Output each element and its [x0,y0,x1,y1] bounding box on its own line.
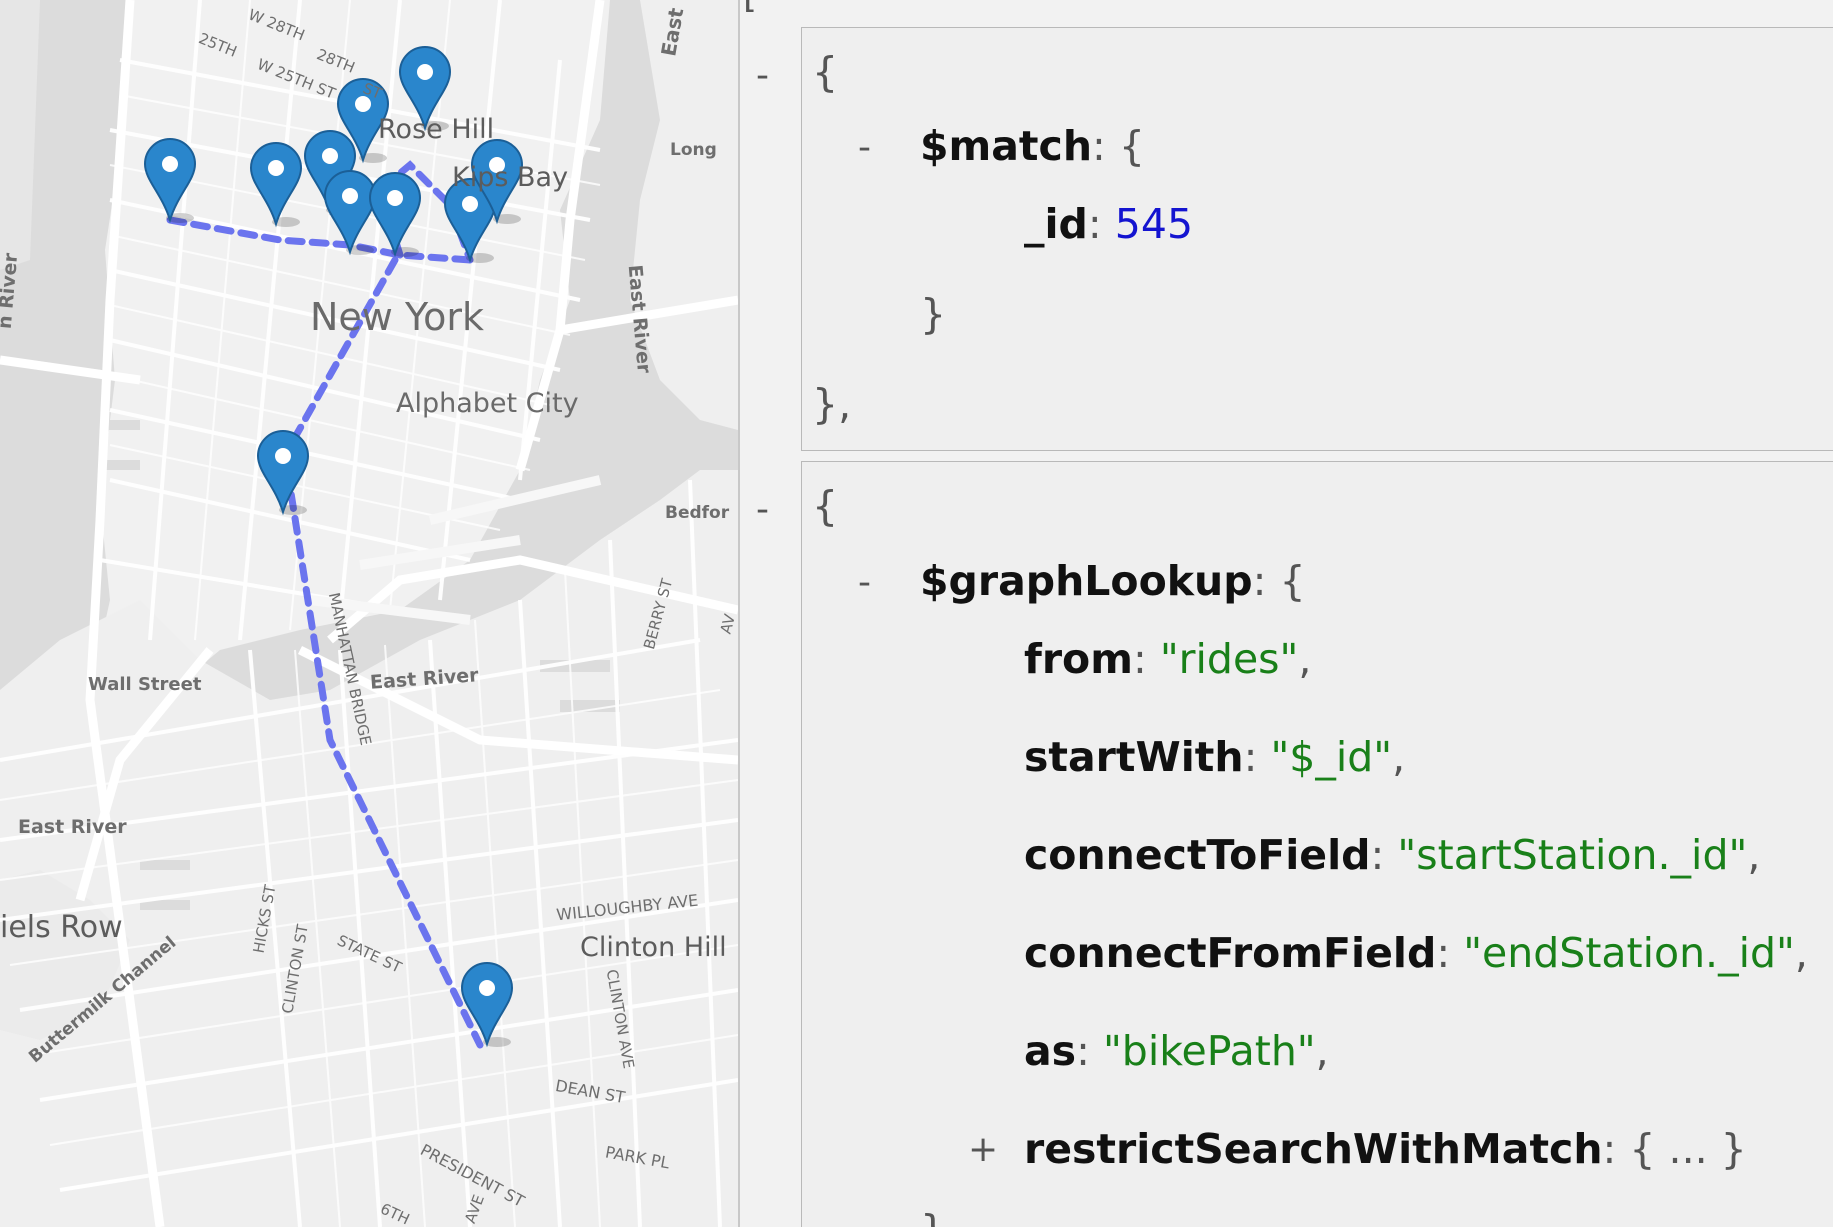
map-label-long: Long [670,140,717,160]
graphlookup-close-brace: } [920,1210,946,1227]
colon: : [1243,733,1258,781]
stage2-collapse-toggle[interactable]: - [756,492,769,528]
colon: : [1092,122,1106,170]
array-open-bracket: [ [743,0,757,14]
field-key: connectFromField [1024,929,1437,977]
colon: : [1252,557,1267,605]
comma: , [1298,635,1312,683]
map-label-clinton-hill: Clinton Hill [580,932,727,963]
field-connecttofield: connectToField: "startStation._id", [1024,835,1760,876]
comma: , [1794,929,1808,977]
id-key: _id [1024,200,1088,248]
stage1-box [801,27,1833,451]
collapsed-object[interactable]: { ... } [1629,1125,1746,1173]
colon: : [1602,1125,1617,1173]
map-label-av: AV [716,612,738,636]
graphlookup-open-brace: { [1279,557,1306,605]
match-line: $match: { [920,126,1145,167]
map-label-daniels-row: iels Row [0,910,123,945]
map-panel[interactable]: W 28TH 28TH 25TH W 25TH ST ST Rose Hill … [0,0,738,1227]
map-label-kips-bay: Kips Bay [452,162,569,193]
field-connectfromfield: connectFromField: "endStation._id", [1024,933,1808,974]
field-key: startWith [1024,733,1244,781]
match-operator: $match [920,122,1093,170]
comma: , [1315,1027,1329,1075]
match-open-brace: { [1118,122,1145,170]
graphlookup-line: $graphLookup: { [920,561,1306,602]
field-value[interactable]: "bikePath" [1103,1027,1316,1075]
field-value[interactable]: "endStation._id" [1463,929,1795,977]
id-value[interactable]: 545 [1115,200,1193,248]
field-from: from: "rides", [1024,639,1311,680]
comma: , [1747,831,1761,879]
graphlookup-operator: $graphLookup [920,557,1253,605]
map-label-alphabet-city: Alphabet City [396,388,579,419]
restrict-expand-toggle[interactable]: + [968,1132,998,1168]
field-key: connectToField [1024,831,1371,879]
field-key: from [1024,635,1133,683]
field-restrictsearchwithmatch: restrictSearchWithMatch: { ... } [1024,1129,1747,1170]
field-key: as [1024,1027,1077,1075]
match-close-brace: } [920,290,947,338]
field-startwith: startWith: "$_id", [1024,737,1405,778]
field-value[interactable]: "$_id" [1270,733,1392,781]
colon: : [1087,200,1102,248]
field-key: restrictSearchWithMatch [1024,1125,1603,1173]
map-label-rose-hill: Rose Hill [378,114,495,145]
field-value[interactable]: "rides" [1160,635,1299,683]
map-label-new-york: New York [310,295,485,339]
match-collapse-toggle[interactable]: - [858,130,871,166]
id-line: _id: 545 [1024,204,1193,245]
field-value[interactable]: "startStation._id" [1397,831,1747,879]
map-label-east-river-left: East River [18,816,127,838]
map-label-wall-street: Wall Street [88,674,202,695]
colon: : [1436,929,1451,977]
field-as: as: "bikePath", [1024,1031,1329,1072]
stage1-open-brace: { [812,48,839,96]
stage2-open-brace: { [812,482,839,530]
colon: : [1132,635,1147,683]
colon: : [1370,831,1385,879]
map-label-bedford: Bedfor [665,503,730,523]
stage1-close-brace: }, [812,380,852,428]
pipeline-code-panel: [ - { - $match: { _id: 545 } }, - { - $g… [740,0,1833,1227]
colon: : [1076,1027,1090,1075]
comma: , [1392,733,1406,781]
stage1-collapse-toggle[interactable]: - [756,58,769,94]
graphlookup-collapse-toggle[interactable]: - [858,565,871,601]
